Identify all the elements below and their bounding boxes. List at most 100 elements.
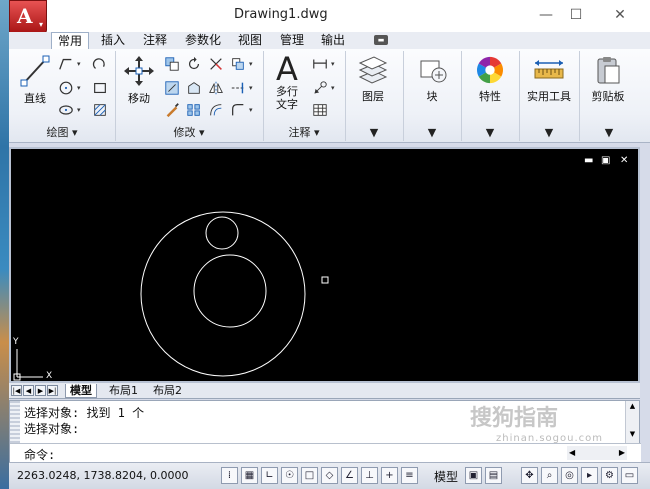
rotate-icon[interactable] [185,55,203,73]
lineweight-icon[interactable]: ≡ [401,467,418,484]
move-button[interactable]: 移动 [119,55,159,106]
mtext-button[interactable]: A 多行 文字 [267,53,307,111]
grip-marker[interactable] [321,276,329,284]
dimension-icon[interactable] [311,55,329,73]
toolbar-lock-icon[interactable]: ▭ [621,467,638,484]
workspace-icon[interactable]: ⚙ [601,467,618,484]
explode-icon[interactable] [229,55,247,73]
circle-dropdown-icon[interactable]: ▾ [77,84,81,92]
scroll-down-icon[interactable]: ▼ [626,430,639,438]
fillet-icon[interactable] [229,101,247,119]
tab-parametric[interactable]: 参数化 [179,32,227,49]
minimize-button[interactable]: — [532,4,560,26]
offset-icon[interactable] [207,101,225,119]
small-circle[interactable] [205,216,239,250]
panel-title-annotation[interactable]: 注释 ▾ [263,125,345,141]
3d-osnap-icon[interactable]: ◇ [321,467,338,484]
tab-annotate[interactable]: 注释 [137,32,173,49]
polar-icon[interactable]: ☉ [281,467,298,484]
ellipse-icon[interactable] [57,101,75,119]
model-space-label[interactable]: 模型 [434,468,458,485]
middle-circle[interactable] [193,254,267,328]
block-button[interactable]: 块 [407,55,457,104]
snap-icon[interactable]: ⁞ [221,467,238,484]
fillet-dropdown-icon[interactable]: ▾ [249,106,253,114]
table-icon[interactable] [311,101,329,119]
polyline-icon[interactable] [57,55,75,73]
properties-button[interactable]: 特性 [465,55,515,104]
quick-view-layouts-icon[interactable]: ▣ [465,467,482,484]
leader-dropdown-icon[interactable]: ▾ [331,84,335,92]
command-scrollbar[interactable]: ▲ ▼ [625,401,639,443]
mtext-label-line1: 多行 [276,85,298,98]
ortho-icon[interactable]: ∟ [261,467,278,484]
next-layout-button[interactable]: ▶ [35,385,46,396]
scale-icon[interactable] [185,79,203,97]
array-icon[interactable] [185,101,203,119]
rectangle-icon[interactable] [91,79,109,97]
circle-icon[interactable] [57,79,75,97]
quick-view-drawings-icon[interactable]: ▤ [485,467,502,484]
command-horizontal-scrollbar[interactable]: ◀ ▶ [567,446,627,460]
arc-icon[interactable] [91,55,109,73]
ducs-icon[interactable]: ⊥ [361,467,378,484]
previous-layout-button[interactable]: ◀ [23,385,34,396]
dimension-dropdown-icon[interactable]: ▾ [331,60,335,68]
tab-layout1[interactable]: 布局1 [105,384,142,398]
tab-view[interactable]: 视图 [232,32,268,49]
tab-insert[interactable]: 插入 [95,32,131,49]
scroll-left-icon[interactable]: ◀ [569,448,575,457]
drawing-canvas[interactable]: ▬ ▣ ✕ Y X [9,147,640,383]
showmotion-icon[interactable]: ▸ [581,467,598,484]
ellipse-dropdown-icon[interactable]: ▾ [77,106,81,114]
clipboard-dropdown-icon[interactable]: ▼ [579,125,639,141]
leader-icon[interactable] [311,79,329,97]
panel-title-modify[interactable]: 修改 ▾ [115,125,263,141]
layers-dropdown-icon[interactable]: ▼ [345,125,403,141]
erase-icon[interactable] [163,101,181,119]
tab-model[interactable]: 模型 [65,384,97,398]
color-wheel-icon [476,56,504,84]
command-window-grip[interactable] [10,401,20,443]
trim-icon[interactable] [207,55,225,73]
extend-icon[interactable] [229,79,247,97]
stretch-icon[interactable] [163,79,181,97]
copy-icon[interactable] [163,55,181,73]
osnap-icon[interactable]: □ [301,467,318,484]
outer-circle[interactable] [140,211,306,377]
properties-dropdown-icon[interactable]: ▼ [461,125,519,141]
drawing-geometry[interactable] [11,149,638,381]
coordinate-display[interactable]: 2263.0248, 1738.8204, 0.0000 [17,469,188,482]
panel-title-draw[interactable]: 绘图 ▾ [9,125,115,141]
ribbon-minimize-icon[interactable]: ▬ [374,35,388,45]
mirror-icon[interactable] [207,79,225,97]
steering-wheel-icon[interactable]: ◎ [561,467,578,484]
scroll-up-icon[interactable]: ▲ [626,402,639,410]
extend-dropdown-icon[interactable]: ▾ [249,84,253,92]
zoom-icon[interactable]: ⌕ [541,467,558,484]
command-input-row[interactable]: 命令: ◀ ▶ [10,443,641,462]
tab-layout2[interactable]: 布局2 [149,384,186,398]
pan-icon[interactable]: ✥ [521,467,538,484]
tab-output[interactable]: 输出 [315,32,351,49]
polyline-dropdown-icon[interactable]: ▾ [77,60,81,68]
otrack-icon[interactable]: ∠ [341,467,358,484]
clipboard-button[interactable]: 剪贴板 [583,55,633,104]
line-button[interactable]: 直线 [15,55,55,106]
close-button[interactable]: ✕ [606,4,634,26]
explode-dropdown-icon[interactable]: ▾ [249,60,253,68]
layers-button[interactable]: 图层 [349,55,397,104]
scroll-right-icon[interactable]: ▶ [619,448,625,457]
tab-manage[interactable]: 管理 [274,32,310,49]
utilities-button[interactable]: 实用工具 [521,55,577,104]
application-menu-button[interactable]: A ▾ [9,0,47,34]
utilities-dropdown-icon[interactable]: ▼ [519,125,579,141]
first-layout-button[interactable]: |◀ [11,385,22,396]
tab-home[interactable]: 常用 [51,32,90,49]
hatch-icon[interactable] [91,101,109,119]
block-dropdown-icon[interactable]: ▼ [403,125,461,141]
last-layout-button[interactable]: ▶| [47,385,58,396]
grid-icon[interactable]: ▦ [241,467,258,484]
dyn-icon[interactable]: + [381,467,398,484]
maximize-button[interactable]: ☐ [562,4,590,26]
